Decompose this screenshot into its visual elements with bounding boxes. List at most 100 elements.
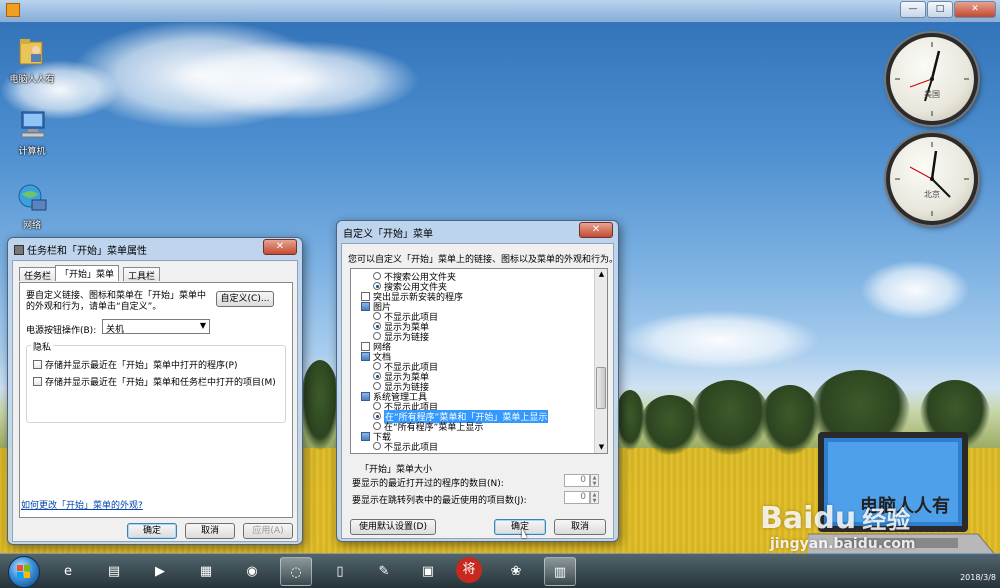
radio-checked-icon	[373, 412, 381, 420]
start-menu-options-list[interactable]: 不搜索公用文件夹 搜索公用文件夹 突出显示新安装的程序 图片 不显示此项目 显示为菜单 显示…	[350, 268, 608, 454]
start-button[interactable]	[8, 556, 40, 588]
app-icon[interactable]: ◌	[280, 557, 312, 586]
document-icon[interactable]: ▯	[324, 557, 356, 586]
radio-checked-icon	[373, 322, 381, 330]
desktop: — □ ✕ 电脑人人有 计算机 网络 美国 北京 电脑人人有 Baidu 经验 …	[0, 0, 1000, 588]
cloud	[620, 310, 820, 370]
scroll-down-icon[interactable]: ▼	[596, 442, 607, 453]
checkbox-label: 存储并显示最近在「开始」菜单中打开的程序(P)	[45, 361, 238, 371]
tab-toolbars[interactable]: 工具栏	[123, 267, 161, 282]
taskbar-properties-window: 任务栏和「开始」菜单属性 ✕ 任务栏 「开始」菜单 工具栏 要自定义链接、图标和…	[7, 237, 303, 545]
desktop-icon-computer[interactable]: 计算机	[4, 108, 60, 157]
recent-programs-spinner[interactable]: 0	[564, 474, 590, 487]
ie-icon[interactable]: e	[52, 557, 84, 586]
desktop-icon-network[interactable]: 网络	[4, 182, 60, 231]
mouse-cursor-icon	[522, 528, 527, 538]
paint-icon[interactable]: ✎	[368, 557, 400, 586]
help-link[interactable]: 如何更改「开始」菜单的外观?	[21, 498, 143, 511]
clock-city-label: 北京	[924, 190, 940, 199]
folder-icon[interactable]: ▤	[98, 557, 130, 586]
power-button-label: 电源按钮操作(B):	[26, 326, 97, 336]
watermark-brand: Baidu 经验	[760, 500, 910, 536]
category-icon	[361, 351, 370, 361]
category-icon	[361, 301, 370, 311]
privacy-group: 隐私 存储并显示最近在「开始」菜单中打开的程序(P) 存储并显示最近在「开始」菜…	[26, 340, 286, 423]
system-tray: 2018/3/8	[916, 556, 996, 587]
tray-date: 2018/3/8	[960, 573, 996, 582]
use-default-settings-button[interactable]: 使用默认设置(D)	[350, 519, 436, 535]
desktop-icon-label: 网络	[22, 221, 41, 231]
minimize-button[interactable]: —	[900, 1, 926, 18]
maximize-button[interactable]: □	[927, 1, 953, 18]
customize-button[interactable]: 自定义(C)...	[216, 291, 274, 307]
game-icon[interactable]: 将	[456, 557, 482, 583]
cancel-button[interactable]: 取消	[554, 519, 606, 535]
window-title: 任务栏和「开始」菜单属性	[14, 242, 147, 257]
user-folder-icon	[16, 36, 48, 68]
dialog-title: 自定义「开始」菜单	[343, 229, 433, 240]
window-body: 任务栏 「开始」菜单 工具栏 要自定义链接、图标和菜单在「开始」菜单中的外观和行…	[12, 260, 298, 542]
watermark-brand-cn: 经验	[862, 506, 911, 534]
checkbox-box	[33, 377, 42, 386]
privacy-recent-items-checkbox[interactable]: 存储并显示最近在「开始」菜单和任务栏中打开的项目(M)	[33, 375, 276, 388]
close-button[interactable]: ✕	[263, 239, 297, 255]
tab-start-menu[interactable]: 「开始」菜单	[55, 265, 120, 281]
tab-panel-start-menu: 要自定义链接、图标和菜单在「开始」菜单中的外观和行为，请单击“自定义”。 自定义…	[19, 282, 293, 518]
app-icon[interactable]: ❀	[500, 557, 532, 586]
radio-unchecked-icon	[373, 442, 381, 450]
jump-list-spinner[interactable]: 0	[564, 491, 590, 504]
customize-start-menu-dialog: 自定义「开始」菜单 ✕ 您可以自定义「开始」菜单上的链接、图标以及菜单的外观和行…	[336, 220, 619, 542]
network-icon	[16, 182, 48, 214]
close-button[interactable]: ✕	[579, 222, 613, 238]
jump-list-label: 要显示在跳转列表中的最近使用的项目数(J):	[352, 496, 527, 506]
clock-face-icon	[895, 142, 969, 216]
scroll-up-icon[interactable]: ▲	[596, 269, 607, 280]
option-label: 不显示此项目	[384, 442, 439, 453]
scrollbar-thumb[interactable]	[596, 367, 606, 409]
ok-button[interactable]: 确定	[127, 523, 177, 539]
privacy-group-label: 隐私	[31, 340, 54, 353]
radio-unchecked-icon	[373, 402, 381, 410]
tab-strip: 任务栏 「开始」菜单 工具栏	[19, 265, 293, 283]
control-panel-icon[interactable]: ▥	[544, 557, 576, 586]
cloud	[170, 40, 420, 120]
scrollbar[interactable]: ▲ ▼	[594, 269, 607, 453]
power-button-value: 关机	[106, 325, 125, 335]
clock-face-icon	[895, 42, 969, 116]
windows-logo-icon	[17, 565, 30, 578]
privacy-recent-programs-checkbox[interactable]: 存储并显示最近在「开始」菜单中打开的程序(P)	[33, 358, 237, 371]
clock-city-label: 美国	[924, 90, 940, 99]
background-window-titlebar: — □ ✕	[0, 0, 1000, 22]
start-menu-size-group: 「开始」菜单大小 要显示的最近打开过的程序的数目(N): 0 ▲ ▼ 要显示在跳转…	[350, 462, 608, 512]
taskbar: e ▤ ▶ ▦ ◉ ◌ ▯ ✎ ▣ 将 ❀ ▥ 2018/3/8	[0, 553, 1000, 588]
checkbox-box	[33, 360, 42, 369]
option-label: 在“所有程序”菜单上显示	[384, 422, 484, 433]
tree	[300, 360, 340, 450]
tab-taskbar[interactable]: 任务栏	[19, 267, 57, 282]
ok-button[interactable]: 确定	[494, 519, 546, 535]
cancel-button[interactable]: 取消	[185, 523, 235, 539]
close-button[interactable]: ✕	[954, 1, 996, 18]
chrome-icon[interactable]: ◉	[236, 557, 268, 586]
desktop-icon-user-folder[interactable]: 电脑人人有	[4, 36, 60, 85]
options-tree: 不搜索公用文件夹 搜索公用文件夹 突出显示新安装的程序 图片 不显示此项目 显示为菜单 显示…	[351, 269, 595, 453]
network-icon[interactable]: ▣	[412, 557, 444, 586]
computer-icon	[16, 108, 48, 140]
size-group-label: 「开始」菜单大小	[360, 465, 433, 475]
clock-gadget[interactable]: 北京	[886, 133, 978, 225]
spinner-arrows-icon[interactable]: ▲ ▼	[590, 491, 599, 504]
spinner-arrows-icon[interactable]: ▲ ▼	[590, 474, 599, 487]
folder-icon[interactable]: ▦	[190, 557, 222, 586]
category-icon	[361, 431, 370, 441]
apply-button[interactable]: 应用(A)	[243, 523, 293, 539]
option-radio[interactable]: 不显示此项目	[373, 441, 439, 453]
window-title-text: 任务栏和「开始」菜单属性	[27, 246, 147, 257]
tree	[690, 380, 770, 455]
clock-gadget[interactable]: 美国	[886, 33, 978, 125]
checkbox-icon	[361, 341, 370, 351]
checkbox-icon	[361, 291, 370, 301]
power-button-select[interactable]: 关机 ▼	[102, 319, 210, 335]
watermark-brand-latin: Baidu	[760, 501, 857, 536]
media-player-icon[interactable]: ▶	[144, 557, 176, 586]
dialog-body: 您可以自定义「开始」菜单上的链接、图标以及菜单的外观和行为。 不搜索公用文件夹搜…	[341, 243, 618, 539]
